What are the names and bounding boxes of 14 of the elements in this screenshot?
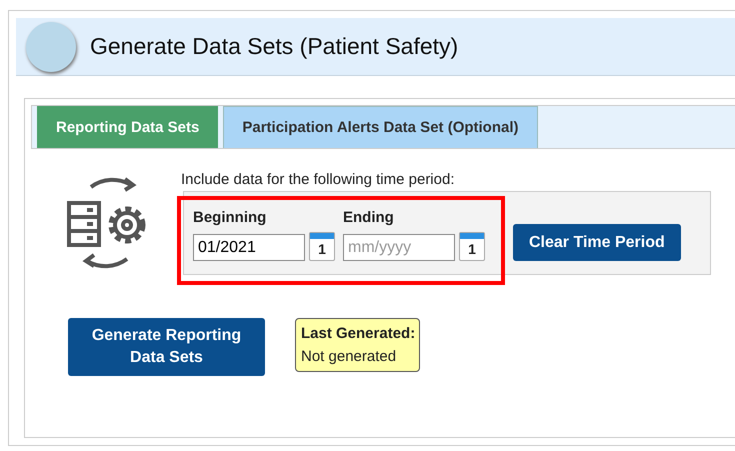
calendar-icon[interactable]: 1 <box>309 232 335 261</box>
status-label: Last Generated: <box>301 325 416 342</box>
date-field[interactable]: mm/yyyy <box>343 234 455 261</box>
calendar-icon[interactable]: 1 <box>459 232 485 261</box>
date-field[interactable]: 01/2021 <box>193 234 305 261</box>
generate-button[interactable]: Generate Reporting Data Sets <box>68 318 265 376</box>
prompt-text: Include data for the following time period: <box>181 171 456 188</box>
photo-placeholder <box>26 22 76 72</box>
tab[interactable]: Participation Alerts Data Set (Optional) <box>223 106 538 148</box>
field-label: Beginning <box>193 209 268 226</box>
clear-time-period-button[interactable]: Clear Time Period <box>513 224 681 261</box>
field-label: Ending <box>343 209 395 226</box>
page-title: Generate Data Sets (Patient Safety) <box>90 33 458 60</box>
status-value: Not generated <box>301 348 398 365</box>
